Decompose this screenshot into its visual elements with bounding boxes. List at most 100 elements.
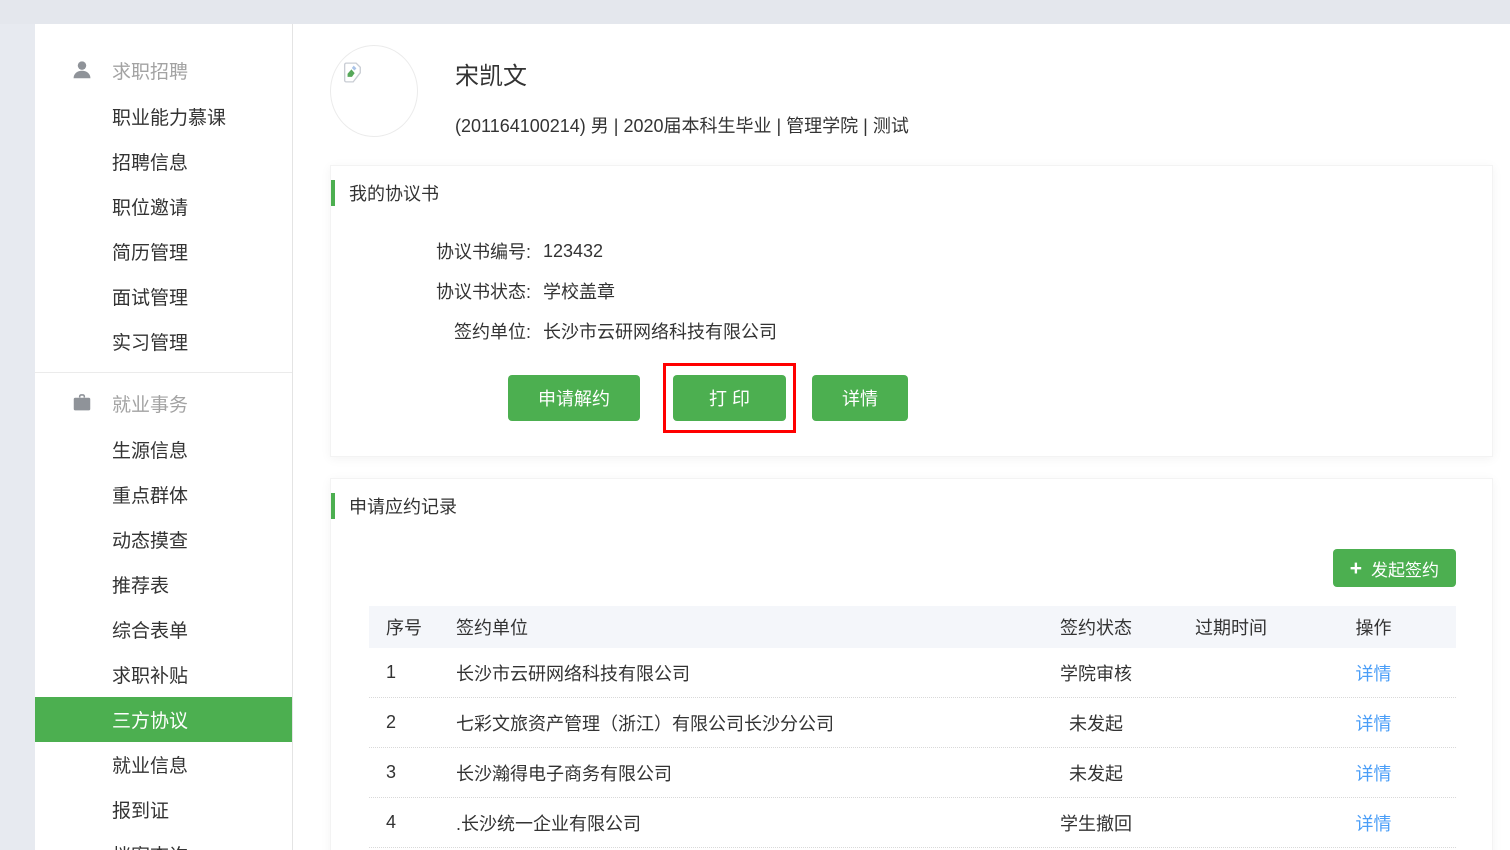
agreement-fields: 协议书编号: 123432 协议书状态: 学校盖章 签约单位: 长沙市云研网络科… — [331, 231, 1492, 351]
sidebar-item-label: 动态摸查 — [112, 526, 188, 553]
col-header-expire: 过期时间 — [1171, 614, 1291, 640]
col-header-action: 操作 — [1291, 614, 1456, 640]
cell-company: 七彩文旅资产管理（浙江）有限公司长沙分公司 — [454, 710, 1021, 736]
sidebar-item[interactable]: 职位邀请 — [35, 184, 292, 229]
field-value: 123432 — [543, 241, 603, 262]
detail-link[interactable]: 详情 — [1356, 814, 1392, 834]
sidebar-item-label: 重点群体 — [112, 481, 188, 508]
sidebar-item[interactable]: 就业信息 — [35, 742, 292, 787]
col-header-index: 序号 — [369, 614, 454, 640]
card-title-text: 申请应约记录 — [349, 493, 457, 519]
avatar — [330, 45, 418, 137]
detail-link[interactable]: 详情 — [1356, 764, 1392, 784]
sidebar-item-label: 三方协议 — [112, 706, 188, 733]
card-title-text: 我的协议书 — [349, 180, 439, 206]
cell-index: 3 — [369, 762, 454, 783]
cell-status: 学院审核 — [1021, 660, 1171, 686]
sidebar-item-label: 就业信息 — [112, 751, 188, 778]
sidebar-item-label: 实习管理 — [112, 328, 188, 355]
broken-image-icon — [340, 60, 367, 85]
sidebar-item[interactable]: 实习管理 — [35, 319, 292, 364]
green-bar — [331, 493, 335, 519]
sidebar-item[interactable]: 报到证 — [35, 787, 292, 832]
cell-action: 详情 — [1291, 760, 1456, 786]
sidebar-menu-employment: 生源信息 重点群体 动态摸查 推荐表 综合表单 求职补贴 三方协议 就业信息 报… — [35, 427, 292, 850]
student-meta: (201164100214) 男 | 2020届本科生毕业 | 管理学院 | 测… — [455, 112, 909, 138]
table-body: 1 长沙市云研网络科技有限公司 学院审核 详情 2 七彩文旅资产管理（浙江）有限… — [369, 648, 1456, 848]
print-button-highlight-box: 打 印 — [663, 363, 796, 433]
records-card-title: 申请应约记录 — [331, 493, 457, 519]
sidebar-item-label: 生源信息 — [112, 436, 188, 463]
main-content: 宋凯文 (201164100214) 男 | 2020届本科生毕业 | 管理学院… — [294, 24, 1510, 850]
green-bar — [331, 180, 335, 206]
sidebar-divider — [35, 372, 292, 373]
sidebar-item-label: 职业能力慕课 — [112, 103, 226, 130]
col-header-status: 签约状态 — [1021, 614, 1171, 640]
cell-status: 未发起 — [1021, 710, 1171, 736]
sidebar-item[interactable]: 推荐表 — [35, 562, 292, 607]
sidebar-item[interactable]: 求职补贴 — [35, 652, 292, 697]
left-margin-strip — [0, 24, 35, 850]
sidebar: 求职招聘 职业能力慕课 招聘信息 职位邀请 简历管理 面试管理 实习管理 — [35, 24, 293, 850]
sidebar-item-label: 招聘信息 — [112, 148, 188, 175]
sidebar-item[interactable]: 三方协议 — [35, 697, 292, 742]
field-label: 签约单位: — [331, 318, 531, 344]
cell-status: 学生撤回 — [1021, 810, 1171, 836]
sidebar-item[interactable]: 招聘信息 — [35, 139, 292, 184]
print-button[interactable]: 打 印 — [673, 375, 786, 421]
initiate-signing-button[interactable]: + 发起签约 — [1333, 549, 1456, 587]
cell-action: 详情 — [1291, 710, 1456, 736]
cell-index: 4 — [369, 812, 454, 833]
cell-index: 1 — [369, 662, 454, 683]
detail-link[interactable]: 详情 — [1356, 664, 1392, 684]
sidebar-item-label: 职位邀请 — [112, 193, 188, 220]
sidebar-item[interactable]: 职业能力慕课 — [35, 94, 292, 139]
field-label: 协议书编号: — [331, 238, 531, 264]
sidebar-section-label: 就业事务 — [112, 390, 188, 417]
table-row: 4 .长沙统一企业有限公司 学生撤回 详情 — [369, 798, 1456, 848]
app-page: 求职招聘 职业能力慕课 招聘信息 职位邀请 简历管理 面试管理 实习管理 — [0, 0, 1510, 850]
detail-button[interactable]: 详情 — [812, 375, 908, 421]
sidebar-item[interactable]: 综合表单 — [35, 607, 292, 652]
top-margin-strip — [0, 0, 1510, 24]
sidebar-item-label: 档案查询 — [112, 841, 188, 850]
student-name: 宋凯文 — [455, 56, 527, 91]
sidebar-section-employment: 就业事务 — [35, 379, 292, 427]
sidebar-item[interactable]: 生源信息 — [35, 427, 292, 472]
sidebar-item-label: 推荐表 — [112, 571, 169, 598]
sidebar-item-label: 简历管理 — [112, 238, 188, 265]
cell-company: 长沙瀚得电子商务有限公司 — [454, 760, 1021, 786]
table-row: 2 七彩文旅资产管理（浙江）有限公司长沙分公司 未发起 详情 — [369, 698, 1456, 748]
user-icon — [71, 59, 93, 81]
detail-link[interactable]: 详情 — [1356, 714, 1392, 734]
field-row: 签约单位: 长沙市云研网络科技有限公司 — [331, 311, 1492, 351]
plus-icon: + — [1350, 558, 1362, 579]
initiate-signing-label: 发起签约 — [1371, 556, 1439, 581]
field-row: 协议书编号: 123432 — [331, 231, 1492, 271]
table-header-row: 序号 签约单位 签约状态 过期时间 操作 — [369, 606, 1456, 648]
sidebar-item[interactable]: 简历管理 — [35, 229, 292, 274]
records-card: 申请应约记录 + 发起签约 序号 签约单位 签约状态 过期时间 操作 1 长沙市… — [330, 478, 1493, 850]
cell-company: 长沙市云研网络科技有限公司 — [454, 660, 1021, 686]
sidebar-item[interactable]: 重点群体 — [35, 472, 292, 517]
sidebar-item-label: 面试管理 — [112, 283, 188, 310]
field-row: 协议书状态: 学校盖章 — [331, 271, 1492, 311]
sidebar-item-label: 求职补贴 — [112, 661, 188, 688]
agreement-card-title: 我的协议书 — [331, 180, 439, 206]
cell-status: 未发起 — [1021, 760, 1171, 786]
field-value: 长沙市云研网络科技有限公司 — [543, 318, 777, 344]
sidebar-item[interactable]: 面试管理 — [35, 274, 292, 319]
field-value: 学校盖章 — [543, 278, 615, 304]
cell-index: 2 — [369, 712, 454, 733]
cell-company: .长沙统一企业有限公司 — [454, 810, 1021, 836]
sidebar-item-label: 综合表单 — [112, 616, 188, 643]
cell-action: 详情 — [1291, 660, 1456, 686]
sidebar-item[interactable]: 档案查询 — [35, 832, 292, 850]
sidebar-section-jobseeking: 求职招聘 — [35, 46, 292, 94]
cell-action: 详情 — [1291, 810, 1456, 836]
table-row: 3 长沙瀚得电子商务有限公司 未发起 详情 — [369, 748, 1456, 798]
agreement-card: 我的协议书 协议书编号: 123432 协议书状态: 学校盖章 签约单位: 长沙… — [330, 165, 1493, 457]
cancel-agreement-button[interactable]: 申请解约 — [508, 375, 640, 421]
col-header-company: 签约单位 — [454, 614, 1021, 640]
sidebar-item[interactable]: 动态摸查 — [35, 517, 292, 562]
